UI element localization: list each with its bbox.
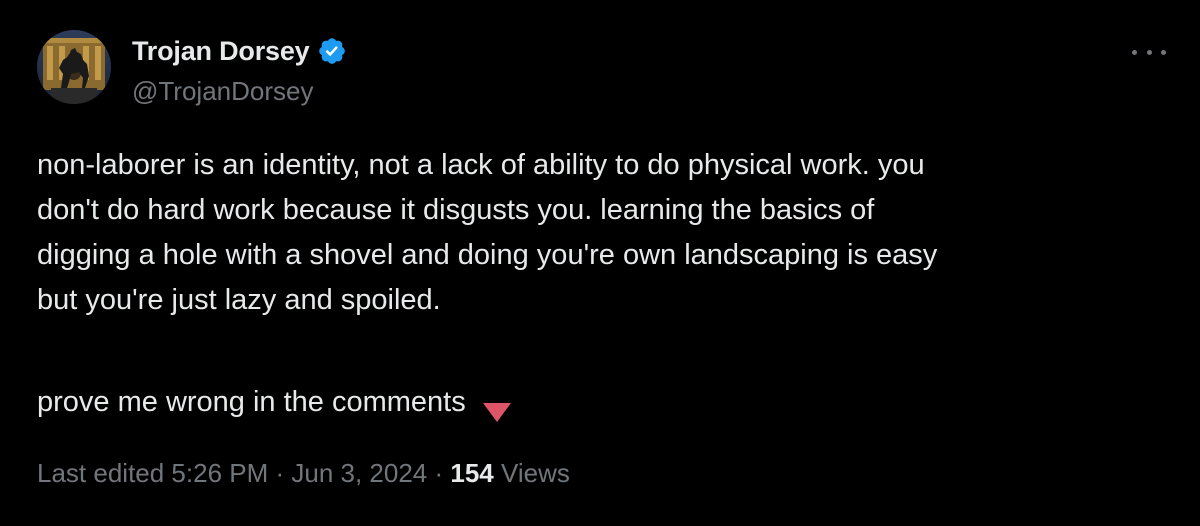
more-dot bbox=[1132, 49, 1137, 55]
more-options-icon[interactable] bbox=[1132, 42, 1166, 62]
edited-time-link[interactable]: Last edited 5:26 PM bbox=[37, 458, 268, 489]
author-display-name[interactable]: Trojan Dorsey bbox=[132, 36, 310, 67]
author-name-row: Trojan Dorsey bbox=[132, 34, 347, 68]
tweet-card: Trojan Dorsey @TrojanDorsey non-laborer … bbox=[0, 0, 1200, 526]
tweet-cta-line: prove me wrong in the comments bbox=[37, 380, 512, 425]
verified-badge-icon[interactable] bbox=[317, 36, 347, 66]
tweet-meta: Last edited 5:26 PM · Jun 3, 2024 · 154 … bbox=[37, 458, 570, 489]
avatar-image bbox=[37, 30, 111, 104]
tweet-date-link[interactable]: Jun 3, 2024 bbox=[291, 458, 427, 489]
more-dot bbox=[1161, 49, 1166, 55]
views-label: Views bbox=[493, 458, 570, 488]
meta-separator: · bbox=[427, 458, 451, 488]
more-dot bbox=[1146, 49, 1152, 55]
meta-separator: · bbox=[268, 458, 292, 488]
down-triangle-icon bbox=[482, 392, 512, 422]
avatar[interactable] bbox=[37, 30, 111, 104]
author-handle[interactable]: @TrojanDorsey bbox=[132, 76, 313, 107]
tweet-body-text: non-laborer is an identity, not a lack o… bbox=[37, 149, 938, 316]
tweet-cta-text: prove me wrong in the comments bbox=[37, 386, 466, 418]
views-count: 154 bbox=[450, 458, 494, 488]
